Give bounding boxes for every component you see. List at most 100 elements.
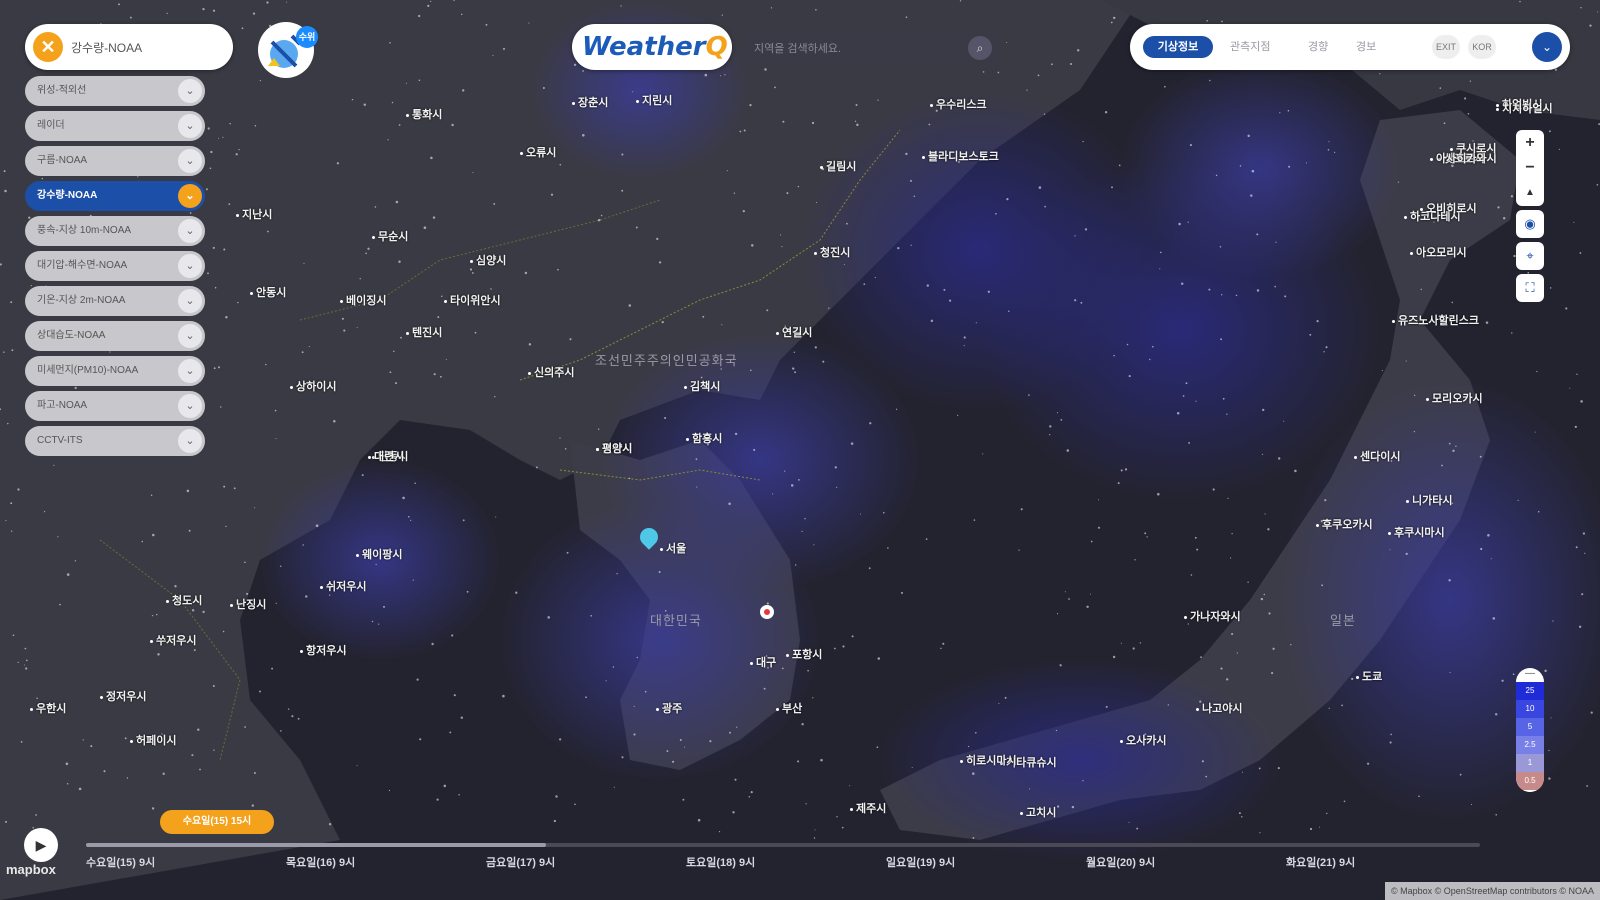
map-light-dot xyxy=(856,123,859,127)
map-light-dot xyxy=(124,737,127,740)
tab-weather-info[interactable]: 기상정보 xyxy=(1143,36,1213,58)
map-light-dot xyxy=(1105,705,1108,708)
current-location-marker[interactable] xyxy=(760,605,774,619)
chevron-down-icon[interactable]: ⌄ xyxy=(178,359,202,383)
map-light-dot xyxy=(443,784,447,788)
timeline-day-label[interactable]: 토요일(18) 9시 xyxy=(686,854,755,870)
play-button[interactable]: ▶ xyxy=(24,828,58,862)
weather-icon-button[interactable]: 수위 xyxy=(258,22,318,78)
chevron-down-icon[interactable]: ⌄ xyxy=(178,79,202,103)
menu-item[interactable]: 레이더 ⌄ xyxy=(25,111,205,141)
map-light-dot xyxy=(5,519,7,522)
locate-icon[interactable]: ⌖ xyxy=(1516,242,1544,270)
exit-button[interactable]: EXIT xyxy=(1432,35,1460,59)
menu-item[interactable]: 위성-적외선 ⌄ xyxy=(25,76,205,106)
timeline-day-label[interactable]: 화요일(21) 9시 xyxy=(1286,854,1355,870)
map-light-dot xyxy=(709,740,712,743)
map-light-dot xyxy=(202,610,205,614)
compass-button[interactable]: ▲ xyxy=(1516,180,1544,205)
map-light-dot xyxy=(613,786,615,788)
chevron-down-icon[interactable]: ⌄ xyxy=(1532,32,1562,62)
close-icon[interactable]: ✕ xyxy=(33,32,63,62)
map-light-dot xyxy=(329,594,331,596)
menu-item[interactable]: 풍속-지상 10m-NOAA ⌄ xyxy=(25,216,205,246)
map-light-dot xyxy=(841,826,844,829)
map-light-dot xyxy=(790,484,794,487)
city-label: 정저우시 xyxy=(100,688,146,704)
map-light-dot xyxy=(621,756,624,759)
map-light-dot xyxy=(367,247,370,250)
map-light-dot xyxy=(1238,812,1241,815)
weatherq-logo[interactable]: WeatherQ xyxy=(572,24,732,70)
map-light-dot xyxy=(666,750,669,753)
chevron-down-icon[interactable]: ⌄ xyxy=(178,254,202,278)
map-light-dot xyxy=(427,4,430,8)
chevron-down-icon[interactable]: ⌄ xyxy=(178,429,202,453)
layers-icon[interactable]: ◉ xyxy=(1516,210,1544,238)
menu-item[interactable]: 대기압-해수면-NOAA ⌄ xyxy=(25,251,205,281)
map-light-dot xyxy=(361,474,364,477)
menu-item[interactable]: 구름-NOAA ⌄ xyxy=(25,146,205,176)
chevron-down-icon[interactable]: ⌄ xyxy=(178,184,202,208)
menu-item[interactable]: 미세먼지(PM10)-NOAA ⌄ xyxy=(25,356,205,386)
map-light-dot xyxy=(280,730,282,732)
tab-warning[interactable]: 경보 xyxy=(1356,36,1376,58)
zoom-out-button[interactable]: − xyxy=(1516,155,1544,180)
city-label: 히로시마시 xyxy=(960,752,1017,768)
map-light-dot xyxy=(1136,827,1139,830)
weather-map[interactable]: 하얼빈시 치치하얼시 장춘시 지린시 우수리스크 블라디보스토크 통화시 오류시 무순시 심양시 청… xyxy=(0,0,1600,900)
map-light-dot xyxy=(834,466,837,469)
map-light-dot xyxy=(863,283,866,286)
menu-item[interactable]: 강수량-NOAA ⌄ xyxy=(25,181,205,211)
map-light-dot xyxy=(559,437,561,439)
city-label: 청진시 xyxy=(814,244,850,260)
map-light-dot xyxy=(794,564,797,566)
map-light-dot xyxy=(1259,832,1261,834)
map-light-dot xyxy=(1146,536,1148,538)
map-light-dot xyxy=(813,837,816,839)
timeline-day-label[interactable]: 금요일(17) 9시 xyxy=(486,854,555,870)
fullscreen-icon[interactable]: ⛶ xyxy=(1516,274,1544,302)
timeline-day-label[interactable]: 목요일(16) 9시 xyxy=(286,854,355,870)
menu-item[interactable]: 상대습도-NOAA ⌄ xyxy=(25,321,205,351)
chevron-down-icon[interactable]: ⌄ xyxy=(178,114,202,138)
timeline-track[interactable] xyxy=(86,843,1480,847)
map-light-dot xyxy=(1250,194,1253,197)
search-icon[interactable]: ⌕ xyxy=(968,36,992,60)
legend-segment: 1 xyxy=(1516,754,1544,772)
zoom-in-button[interactable]: + xyxy=(1516,130,1544,155)
map-light-dot xyxy=(1494,713,1498,716)
timeline-day-label[interactable]: 일요일(19) 9시 xyxy=(886,854,955,870)
city-label: 무순시 xyxy=(372,228,408,244)
menu-item[interactable]: 파고-NOAA ⌄ xyxy=(25,391,205,421)
chevron-down-icon[interactable]: ⌄ xyxy=(178,219,202,243)
map-light-dot xyxy=(1284,295,1287,298)
city-label: 장춘시 xyxy=(572,94,608,110)
map-light-dot xyxy=(910,179,912,182)
map-attribution[interactable]: © Mapbox © OpenStreetMap contributors © … xyxy=(1385,882,1600,900)
chevron-down-icon[interactable]: ⌄ xyxy=(178,324,202,348)
map-light-dot xyxy=(913,195,916,198)
language-button[interactable]: KOR xyxy=(1468,35,1496,59)
chevron-down-icon[interactable]: ⌄ xyxy=(178,394,202,418)
map-light-dot xyxy=(930,319,934,323)
timeline-day-label[interactable]: 수요일(15) 9시 xyxy=(86,854,155,870)
map-light-dot xyxy=(801,723,804,726)
map-light-dot xyxy=(1325,346,1328,349)
map-light-dot xyxy=(1066,449,1070,452)
menu-item[interactable]: 기온-지상 2m-NOAA ⌄ xyxy=(25,286,205,316)
active-layer-chip[interactable]: ✕ 강수량-NOAA xyxy=(25,24,233,70)
chevron-down-icon[interactable]: ⌄ xyxy=(178,289,202,313)
menu-item[interactable]: CCTV-ITS ⌄ xyxy=(25,426,205,456)
map-light-dot xyxy=(887,547,889,549)
chevron-down-icon[interactable]: ⌄ xyxy=(178,149,202,173)
map-light-dot xyxy=(451,123,454,127)
map-light-dot xyxy=(351,98,354,101)
tab-trend[interactable]: 경향 xyxy=(1308,36,1328,58)
mapbox-logo[interactable]: mapbox xyxy=(6,862,56,877)
map-light-dot xyxy=(213,749,215,751)
tab-stations[interactable]: 관측지점 xyxy=(1230,36,1270,58)
map-light-dot xyxy=(1256,289,1260,292)
timeline-day-label[interactable]: 월요일(20) 9시 xyxy=(1086,854,1155,870)
search-input[interactable] xyxy=(752,38,956,60)
